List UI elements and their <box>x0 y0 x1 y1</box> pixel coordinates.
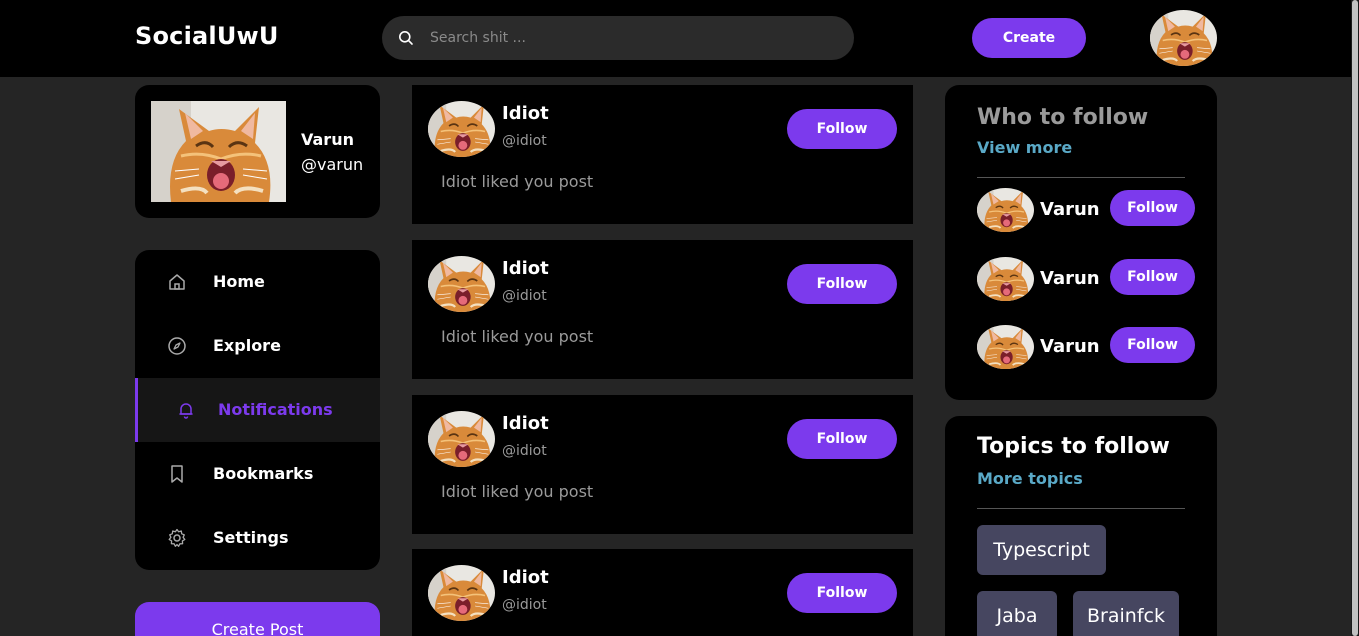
sidebar-item-label: Explore <box>213 336 281 355</box>
avatar[interactable] <box>977 257 1034 301</box>
topic-chip[interactable]: Brainfck <box>1073 591 1179 636</box>
avatar[interactable] <box>977 188 1034 232</box>
notification-user-name[interactable]: Idiot <box>502 413 549 434</box>
profile-picture <box>151 101 286 202</box>
follow-button[interactable]: Follow <box>1110 327 1195 363</box>
divider <box>977 177 1185 178</box>
sidebar-item-bookmarks[interactable]: Bookmarks <box>135 442 380 506</box>
who-to-follow-title: Who to follow <box>977 105 1149 130</box>
notification-user-name[interactable]: Idiot <box>502 567 549 588</box>
sidebar-item-label: Notifications <box>218 400 333 419</box>
avatar[interactable] <box>428 256 495 312</box>
gear-icon <box>168 528 186 547</box>
user-avatar[interactable] <box>1150 10 1217 66</box>
suggested-user-name[interactable]: Varun <box>1040 268 1100 289</box>
follow-button[interactable]: Follow <box>1110 259 1195 295</box>
notification-user-name[interactable]: Idiot <box>502 258 549 279</box>
sidebar-item-explore[interactable]: Explore <box>135 314 380 378</box>
topic-chip[interactable]: Jaba <box>977 591 1057 636</box>
more-topics-link[interactable]: More topics <box>977 469 1083 488</box>
scrollbar-thumb[interactable] <box>1352 0 1358 636</box>
avatar[interactable] <box>428 565 495 621</box>
notification-user-handle: @idiot <box>502 288 547 304</box>
follow-button[interactable]: Follow <box>787 419 897 459</box>
sidebar-nav: Home Explore Notifications Bookmarks Set… <box>135 250 380 570</box>
notification-user-handle: @idiot <box>502 133 547 149</box>
profile-name: Varun <box>301 130 354 149</box>
avatar[interactable] <box>977 325 1034 369</box>
suggested-user: Varun Follow <box>977 255 1197 301</box>
divider <box>977 508 1185 509</box>
search-input[interactable] <box>430 16 830 60</box>
follow-button[interactable]: Follow <box>787 264 897 304</box>
notification-text: Idiot liked you post <box>441 172 594 191</box>
bookmark-icon <box>171 465 183 483</box>
suggested-user: Varun Follow <box>977 186 1197 232</box>
bell-icon <box>179 403 193 419</box>
create-post-button[interactable]: Create Post <box>135 602 380 636</box>
suggested-user: Varun Follow <box>977 323 1197 369</box>
suggested-user-name[interactable]: Varun <box>1040 199 1100 220</box>
topic-chip[interactable]: Typescript <box>977 525 1106 575</box>
notification-card[interactable]: Idiot @idiot Idiot liked you post Follow <box>412 395 913 534</box>
notification-user-handle: @idiot <box>502 443 547 459</box>
notification-user-name[interactable]: Idiot <box>502 103 549 124</box>
avatar[interactable] <box>428 411 495 467</box>
sidebar-item-label: Bookmarks <box>213 464 314 483</box>
who-to-follow-panel: Who to follow View more Varun Follow Var… <box>945 85 1217 400</box>
page-scrollbar[interactable] <box>1351 0 1359 636</box>
app-logo[interactable]: SocialUwU <box>135 22 279 50</box>
search-icon <box>399 31 413 45</box>
top-bar: SocialUwU Create <box>0 0 1359 77</box>
notification-card[interactable]: Idiot @idiot Follow <box>412 549 913 636</box>
sidebar-item-notifications[interactable]: Notifications <box>135 378 380 442</box>
notification-card[interactable]: Idiot @idiot Idiot liked you post Follow <box>412 240 913 379</box>
home-icon <box>169 274 185 290</box>
profile-card[interactable]: Varun @varun <box>135 85 380 218</box>
search-bar[interactable] <box>382 16 854 60</box>
compass-icon <box>168 337 186 355</box>
notification-text: Idiot liked you post <box>441 327 594 346</box>
topics-panel: Topics to follow More topics Typescript … <box>945 416 1217 636</box>
profile-handle: @varun <box>301 155 364 174</box>
follow-button[interactable]: Follow <box>1110 190 1195 226</box>
sidebar-item-settings[interactable]: Settings <box>135 506 380 570</box>
follow-button[interactable]: Follow <box>787 573 897 613</box>
sidebar-item-home[interactable]: Home <box>135 250 380 314</box>
avatar[interactable] <box>428 101 495 157</box>
view-more-link[interactable]: View more <box>977 138 1072 157</box>
create-button[interactable]: Create <box>972 18 1086 58</box>
topics-title: Topics to follow <box>977 434 1170 459</box>
sidebar-item-label: Settings <box>213 528 289 547</box>
notification-card[interactable]: Idiot @idiot Idiot liked you post Follow <box>412 85 913 224</box>
follow-button[interactable]: Follow <box>787 109 897 149</box>
suggested-user-name[interactable]: Varun <box>1040 336 1100 357</box>
notification-user-handle: @idiot <box>502 597 547 613</box>
sidebar-item-label: Home <box>213 272 265 291</box>
notification-text: Idiot liked you post <box>441 482 594 501</box>
